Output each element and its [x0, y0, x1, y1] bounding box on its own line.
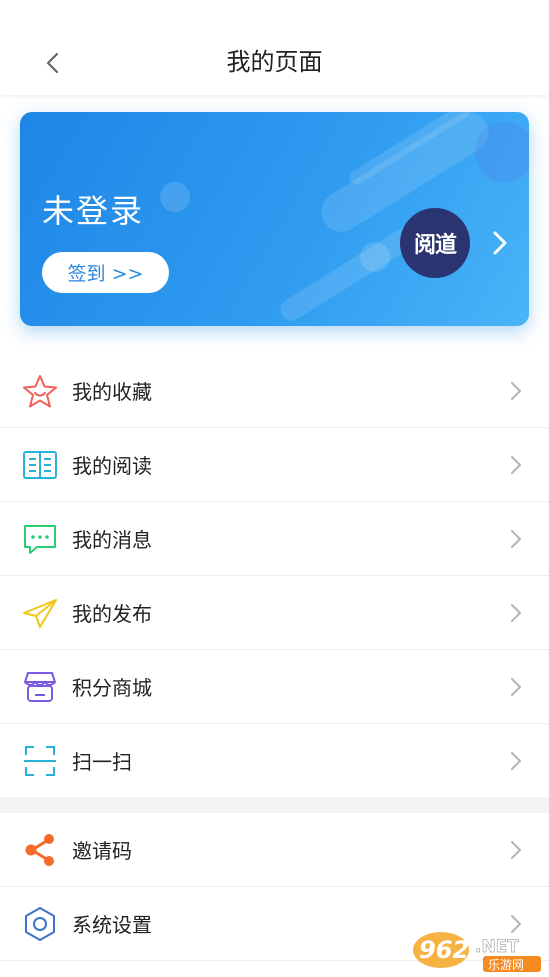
chevron-right-icon — [511, 752, 521, 770]
card-decoration — [160, 182, 190, 212]
card-decoration — [313, 112, 497, 240]
site-watermark: 962 .NET 乐游网 — [411, 928, 545, 974]
menu-item-label: 系统设置 — [72, 913, 152, 937]
watermark-logo-icon: 962 .NET 乐游网 — [413, 932, 541, 972]
menu-item-publish[interactable]: 我的发布 — [0, 576, 549, 650]
menu-item-scan[interactable]: 扫一扫 — [0, 724, 549, 798]
menu-item-label: 积分商城 — [72, 676, 152, 700]
store-icon — [21, 668, 59, 706]
menu-item-label: 扫一扫 — [72, 750, 132, 774]
menu-list-primary: 我的收藏 我的阅读 我的消息 我的发布 积分商城 扫一扫 — [0, 354, 549, 798]
share-icon — [21, 831, 59, 869]
menu-item-label: 我的发布 — [72, 602, 152, 626]
app-logo-avatar[interactable]: 阅道 — [400, 208, 470, 278]
scan-icon — [21, 742, 59, 780]
watermark-suffix: .NET — [475, 937, 519, 957]
chevron-right-icon[interactable] — [490, 229, 510, 257]
chevron-right-icon — [511, 678, 521, 696]
menu-item-label: 我的消息 — [72, 528, 152, 552]
login-status: 未登录 — [42, 192, 145, 230]
menu-item-points-store[interactable]: 积分商城 — [0, 650, 549, 724]
signin-button[interactable]: 签到 >> — [42, 252, 169, 293]
page-title: 我的页面 — [226, 48, 323, 76]
menu-item-favorites[interactable]: 我的收藏 — [0, 354, 549, 428]
menu-item-label: 我的阅读 — [72, 454, 152, 478]
chevron-right-icon — [511, 841, 521, 859]
message-icon — [21, 520, 59, 558]
menu-item-invite-code[interactable]: 邀请码 — [0, 813, 549, 887]
menu-item-label: 我的收藏 — [72, 380, 152, 404]
paper-plane-icon — [21, 594, 59, 632]
menu-item-label: 邀请码 — [72, 839, 132, 863]
chevron-right-icon — [511, 530, 521, 548]
section-divider — [0, 797, 549, 813]
menu-item-reading[interactable]: 我的阅读 — [0, 428, 549, 502]
chevron-right-icon — [511, 604, 521, 622]
book-icon — [21, 446, 59, 484]
settings-gear-icon — [21, 905, 59, 943]
top-bar: 我的页面 — [0, 0, 549, 95]
star-icon — [21, 372, 59, 410]
card-decoration — [360, 242, 390, 272]
chevron-right-icon — [511, 456, 521, 474]
chevron-right-icon — [511, 382, 521, 400]
menu-item-messages[interactable]: 我的消息 — [0, 502, 549, 576]
card-decoration — [475, 122, 529, 182]
watermark-number: 962 — [419, 936, 469, 964]
watermark-text: 乐游网 — [488, 958, 524, 972]
profile-card[interactable]: 未登录 签到 >> 阅道 — [20, 112, 529, 326]
